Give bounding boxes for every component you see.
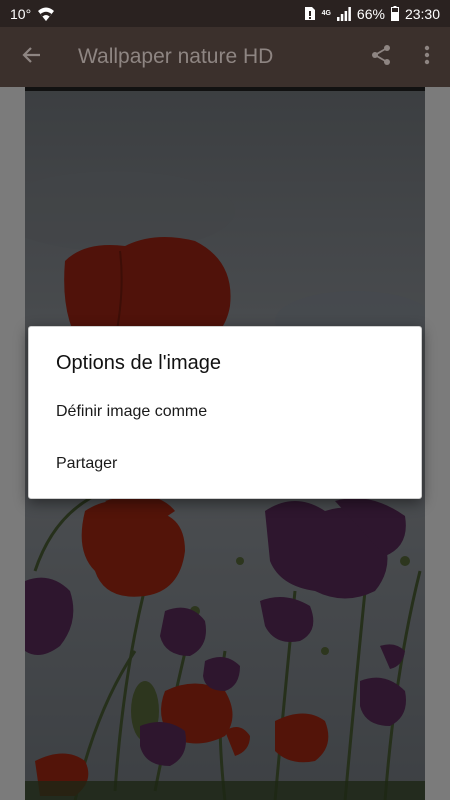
battery-percent: 66% <box>356 5 385 22</box>
image-options-dialog: Options de l'image Définir image comme P… <box>28 326 422 499</box>
set-as-wallpaper-option[interactable]: Définir image comme <box>29 387 423 437</box>
more-vert-icon <box>424 45 430 70</box>
screen: 10° 4G 66% 23:30 Wallpaper nature HD Opt… <box>0 0 450 800</box>
app-title: Wallpaper nature HD <box>78 45 274 68</box>
wifi-icon <box>37 6 55 22</box>
share-icon <box>370 44 392 71</box>
share-button[interactable] <box>358 27 404 87</box>
share-option[interactable]: Partager <box>29 439 423 489</box>
back-button[interactable] <box>0 27 62 87</box>
battery-icon <box>390 6 399 21</box>
clock: 23:30 <box>404 5 440 22</box>
dialog-title: Options de l'image <box>56 352 222 374</box>
status-bar: 10° 4G 66% 23:30 <box>0 0 450 27</box>
left-margin <box>0 87 25 800</box>
more-options-button[interactable] <box>404 27 450 87</box>
back-arrow-icon <box>21 46 41 69</box>
network-type: 4G <box>321 10 331 17</box>
sim-alert-icon <box>304 6 316 21</box>
right-margin <box>425 87 450 800</box>
temperature-text: 10° <box>10 5 32 22</box>
signal-icon <box>336 6 351 21</box>
app-bar: Wallpaper nature HD <box>0 27 450 87</box>
